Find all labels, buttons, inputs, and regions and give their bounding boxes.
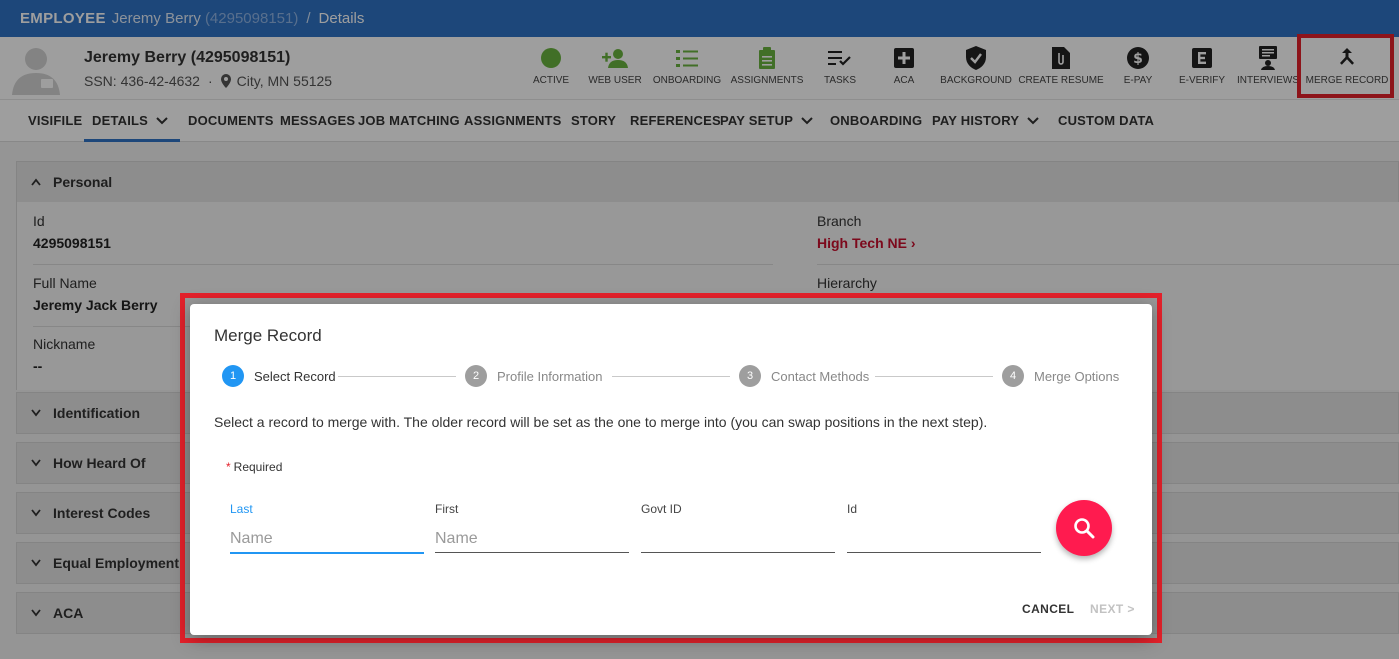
step-connector: [875, 376, 993, 377]
next-button[interactable]: NEXT >: [1090, 602, 1135, 616]
search-button[interactable]: [1056, 500, 1112, 556]
cancel-button[interactable]: CANCEL: [1022, 602, 1074, 616]
field-label: First: [435, 502, 459, 516]
step-label: Select Record: [254, 368, 336, 384]
step-contact-methods: 3 Contact Methods: [739, 365, 869, 387]
step-merge-options: 4 Merge Options: [1002, 365, 1119, 387]
id-field: Id: [847, 502, 1041, 553]
required-asterisk: *: [226, 460, 231, 474]
merge-record-dialog: Merge Record 1 Select Record 2 Profile I…: [190, 304, 1152, 635]
step-number: 2: [465, 365, 487, 387]
stepper: 1 Select Record 2 Profile Information 3 …: [222, 365, 1122, 389]
step-label: Contact Methods: [771, 368, 870, 384]
first-name-input[interactable]: [435, 528, 629, 553]
last-name-field: Last: [230, 502, 424, 554]
step-profile-information: 2 Profile Information: [465, 365, 603, 387]
step-select-record: 1 Select Record: [222, 365, 336, 387]
first-name-field: First: [435, 502, 629, 553]
step-connector: [612, 376, 730, 377]
field-label: Govt ID: [641, 502, 682, 516]
search-icon: [1074, 518, 1095, 539]
govt-id-field: Govt ID: [641, 502, 835, 553]
step-number: 3: [739, 365, 761, 387]
step-label: Merge Options: [1034, 368, 1120, 384]
govt-id-input[interactable]: [641, 528, 835, 553]
last-name-input[interactable]: [230, 528, 424, 554]
dialog-title: Merge Record: [214, 326, 322, 345]
step-connector: [338, 376, 456, 377]
dialog-description: Select a record to merge with. The older…: [214, 414, 988, 430]
step-label: Profile Information: [497, 368, 603, 384]
step-number: 1: [222, 365, 244, 387]
field-label: Last: [230, 502, 253, 516]
id-input[interactable]: [847, 528, 1041, 553]
required-label: Required: [233, 460, 283, 474]
step-number: 4: [1002, 365, 1024, 387]
required-note: * Required: [226, 460, 282, 474]
field-label: Id: [847, 502, 858, 516]
